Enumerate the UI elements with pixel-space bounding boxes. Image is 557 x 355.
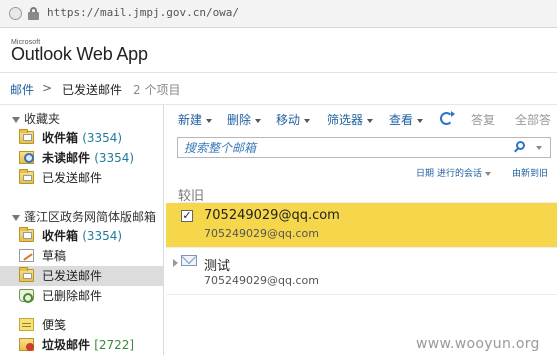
search-input[interactable] bbox=[184, 140, 484, 155]
delete-button[interactable]: 删除 bbox=[227, 111, 262, 128]
mailbox-item-notes[interactable]: 便笺 bbox=[0, 315, 164, 335]
new-button[interactable]: 新建 bbox=[178, 111, 213, 128]
message-sender: 705249029@qq.com bbox=[204, 208, 340, 223]
lock-icon bbox=[28, 7, 39, 20]
mailbox-header[interactable]: 蓬江区政务网简体版邮箱 bbox=[12, 208, 156, 225]
envelope-icon bbox=[181, 255, 197, 266]
message-row[interactable]: 测试 705249029@qq.com bbox=[166, 250, 557, 294]
favorites-item-unread[interactable]: 未读邮件 (3354) bbox=[0, 148, 164, 168]
header-divider bbox=[0, 72, 557, 73]
dropdown-arrow-icon[interactable] bbox=[206, 118, 213, 123]
sort-by-date[interactable]: 日期 bbox=[416, 166, 434, 179]
dropdown-arrow-icon[interactable] bbox=[485, 171, 492, 176]
favorites-item-inbox[interactable]: 收件箱 (3354) bbox=[0, 128, 164, 148]
refresh-icon[interactable] bbox=[440, 111, 455, 125]
move-button[interactable]: 移动 bbox=[276, 111, 311, 128]
outlook-web-app-logo: Microsoft Outlook Web App bbox=[11, 39, 148, 65]
view-button[interactable]: 查看 bbox=[389, 111, 424, 128]
dropdown-arrow-icon[interactable] bbox=[255, 118, 262, 123]
reply-all-button[interactable]: 全部答 bbox=[515, 111, 551, 128]
sent-folder-icon bbox=[19, 169, 34, 184]
collapse-triangle-icon[interactable] bbox=[12, 116, 20, 123]
dropdown-arrow-icon[interactable] bbox=[417, 118, 424, 123]
filter-button[interactable]: 筛选器 bbox=[327, 111, 374, 128]
message-preview: 705249029@qq.com bbox=[204, 274, 319, 287]
browser-address-bar[interactable]: https://mail.jmpj.gov.cn/owa/ bbox=[0, 0, 557, 28]
item-count: 2 个项目 bbox=[133, 83, 181, 97]
row-divider bbox=[166, 247, 557, 248]
logo-product-text: Outlook Web App bbox=[11, 44, 148, 64]
mailbox-item-inbox[interactable]: 收件箱 (3354) bbox=[0, 226, 164, 246]
dropdown-arrow-icon[interactable] bbox=[304, 118, 311, 123]
notes-icon bbox=[19, 318, 34, 331]
sent-folder-icon bbox=[19, 267, 34, 282]
dropdown-arrow-icon[interactable] bbox=[367, 118, 374, 123]
mailbox-item-junk[interactable]: 垃圾邮件 [2722] bbox=[0, 335, 164, 355]
breadcrumb-current-folder: 已发送邮件 bbox=[62, 83, 123, 97]
mail-toolbar: 新建 删除 移动 筛选器 查看 答复 全部答 bbox=[165, 105, 557, 135]
unread-count: (3354) bbox=[82, 229, 123, 243]
message-row[interactable]: ✓ 705249029@qq.com 705249029@qq.com bbox=[166, 203, 557, 247]
inbox-icon bbox=[19, 227, 34, 242]
search-box bbox=[177, 137, 551, 158]
breadcrumb-mail-link[interactable]: 邮件 bbox=[10, 81, 34, 98]
drafts-icon bbox=[19, 249, 34, 262]
sort-order[interactable]: 由新到旧 bbox=[512, 166, 548, 179]
folder-pane: 收藏夹 收件箱 (3354) 未读邮件 (3354) 已发送邮件 蓬江区政务网简… bbox=[0, 105, 164, 355]
row-divider bbox=[166, 294, 557, 295]
deleted-items-icon bbox=[19, 289, 34, 303]
collapse-triangle-icon[interactable] bbox=[12, 214, 20, 221]
favorites-header[interactable]: 收藏夹 bbox=[12, 110, 60, 127]
expand-conversation-icon[interactable] bbox=[173, 259, 178, 267]
checkmark-icon[interactable]: ✓ bbox=[181, 210, 193, 222]
unread-count: (3354) bbox=[82, 131, 123, 145]
breadcrumb-separator: > bbox=[42, 81, 53, 95]
mailbox-item-drafts[interactable]: 草稿 bbox=[0, 246, 164, 266]
search-icon[interactable] bbox=[514, 141, 526, 154]
junk-folder-icon bbox=[19, 338, 34, 351]
conversation-toggle[interactable]: 进行的会话 bbox=[437, 166, 492, 179]
inbox-icon bbox=[19, 129, 34, 144]
mailbox-item-sent[interactable]: 已发送邮件 bbox=[0, 266, 164, 286]
url-text[interactable]: https://mail.jmpj.gov.cn/owa/ bbox=[47, 6, 239, 19]
item-count-badge: [2722] bbox=[94, 338, 135, 352]
favorites-item-sent[interactable]: 已发送邮件 bbox=[0, 168, 164, 188]
mailbox-item-deleted[interactable]: 已删除邮件 bbox=[0, 286, 164, 306]
unread-count: (3354) bbox=[94, 151, 135, 165]
watermark: www.wooyun.org bbox=[416, 336, 540, 352]
message-preview: 705249029@qq.com bbox=[204, 227, 319, 240]
search-folder-icon bbox=[19, 151, 34, 164]
message-sender: 测试 bbox=[204, 259, 231, 274]
reply-button[interactable]: 答复 bbox=[471, 111, 495, 128]
globe-icon bbox=[9, 7, 22, 20]
search-options-chevron-icon[interactable] bbox=[536, 146, 542, 150]
